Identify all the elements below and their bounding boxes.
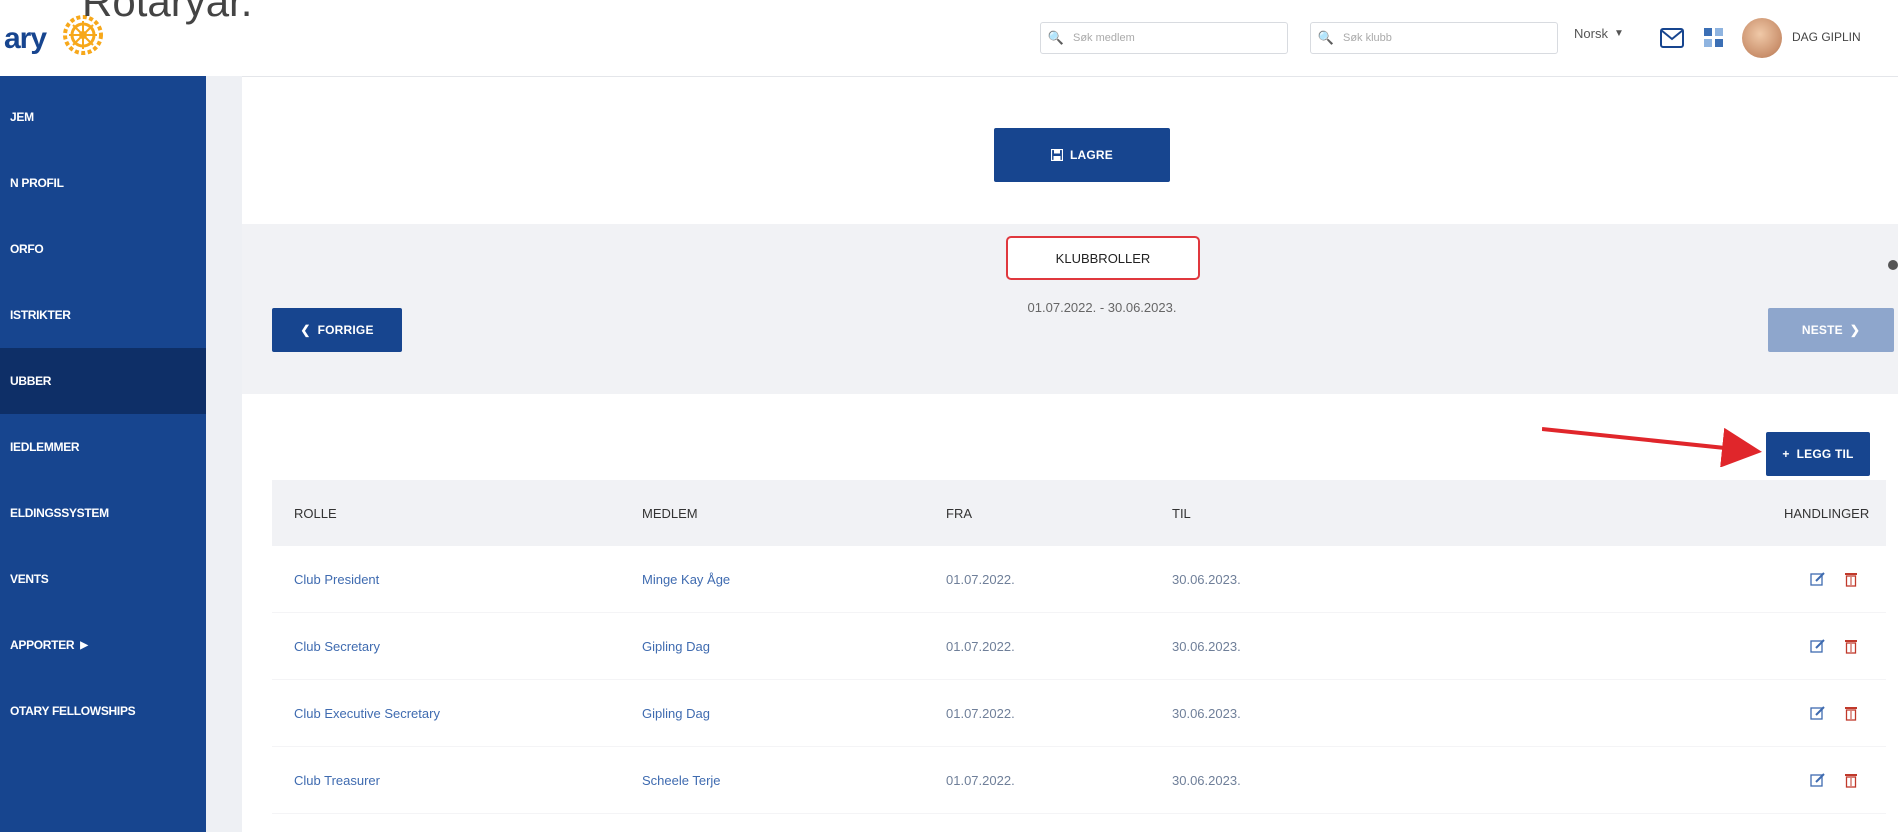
row-role[interactable]: Club President bbox=[294, 572, 379, 587]
trash-icon[interactable] bbox=[1844, 772, 1858, 788]
trash-icon[interactable] bbox=[1844, 638, 1858, 654]
previous-button[interactable]: ❮ FORRIGE bbox=[272, 308, 402, 352]
sidebar: JEM N PROFIL ORFO ISTRIKTER UBBER IEDLEM… bbox=[0, 76, 206, 832]
column-header-actions: HANDLINGER bbox=[1784, 505, 1870, 521]
search-icon: 🔍 bbox=[1317, 30, 1335, 45]
edit-icon[interactable] bbox=[1810, 705, 1826, 721]
sidebar-item-forfo[interactable]: ORFO bbox=[0, 216, 206, 282]
add-role-button[interactable]: + LEGG TIL bbox=[1766, 432, 1870, 476]
period-range: 01.07.2022. - 30.06.2023. bbox=[1027, 300, 1177, 315]
save-button[interactable]: LAGRE bbox=[994, 128, 1170, 182]
search-member-input[interactable] bbox=[1071, 31, 1275, 45]
caret-down-icon: ▼ bbox=[1613, 28, 1624, 39]
column-header-to: TIL bbox=[1172, 505, 1191, 521]
period-panel: KLUBBROLLER 01.07.2022. - 30.06.2023. ❮ … bbox=[242, 224, 1898, 394]
table-row: Club Executive Secretary Gipling Dag 01.… bbox=[272, 680, 1886, 747]
user-name[interactable]: DAG GIPLIN bbox=[1792, 30, 1861, 44]
edit-icon[interactable] bbox=[1810, 571, 1826, 587]
brand-logo-text[interactable]: ary bbox=[4, 22, 47, 56]
table-header: ROLLE MEDLEM FRA TIL HANDLINGER bbox=[272, 480, 1886, 546]
sidebar-item-members[interactable]: IEDLEMMER bbox=[0, 414, 206, 480]
row-from: 01.07.2022. bbox=[946, 571, 1015, 587]
top-header: ary Rotaryar. 🔍 🔍 Norsk ▼ DAG GIPLIN bbox=[0, 0, 1898, 77]
sidebar-item-fellowships[interactable]: OTARY FELLOWSHIPS bbox=[0, 678, 206, 744]
sidebar-item-events[interactable]: VENTS bbox=[0, 546, 206, 612]
mail-icon[interactable] bbox=[1660, 28, 1684, 48]
search-member-box[interactable]: 🔍 bbox=[1040, 22, 1288, 54]
search-icon: 🔍 bbox=[1047, 30, 1065, 45]
chevron-right-icon: ❯ bbox=[1849, 323, 1861, 337]
row-member[interactable]: Gipling Dag bbox=[642, 706, 710, 721]
floppy-disk-icon bbox=[1051, 149, 1063, 161]
trash-icon[interactable] bbox=[1844, 705, 1858, 721]
edit-icon[interactable] bbox=[1810, 772, 1826, 788]
sidebar-item-my-profile[interactable]: N PROFIL bbox=[0, 150, 206, 216]
table-row: Club Treasurer Scheele Terje 01.07.2022.… bbox=[272, 747, 1886, 814]
chevron-left-icon: ❮ bbox=[300, 323, 311, 337]
row-from: 01.07.2022. bbox=[946, 705, 1015, 721]
avatar[interactable] bbox=[1742, 18, 1782, 58]
sidebar-item-home[interactable]: JEM bbox=[0, 84, 206, 150]
column-header-role: ROLLE bbox=[294, 505, 337, 521]
table-row: Club President Minge Kay Åge 01.07.2022.… bbox=[272, 546, 1886, 613]
language-label: Norsk bbox=[1574, 26, 1608, 41]
roles-table: ROLLE MEDLEM FRA TIL HANDLINGER Club Pre… bbox=[272, 480, 1886, 814]
settings-dot-icon[interactable] bbox=[1888, 260, 1898, 270]
sidebar-item-messaging[interactable]: ELDINGSSYSTEM bbox=[0, 480, 206, 546]
apps-grid-icon[interactable] bbox=[1704, 28, 1724, 48]
sidebar-item-clubs[interactable]: UBBER bbox=[0, 348, 206, 414]
row-member[interactable]: Minge Kay Åge bbox=[642, 572, 730, 587]
row-from: 01.07.2022. bbox=[946, 772, 1015, 788]
plus-icon: + bbox=[1782, 447, 1790, 461]
next-button[interactable]: NESTE ❯ bbox=[1768, 308, 1894, 352]
row-member[interactable]: Gipling Dag bbox=[642, 639, 710, 654]
row-role[interactable]: Club Treasurer bbox=[294, 773, 380, 788]
trash-icon[interactable] bbox=[1844, 571, 1858, 587]
section-title: KLUBBROLLER bbox=[1006, 236, 1200, 280]
row-role[interactable]: Club Secretary bbox=[294, 639, 380, 654]
overlay-caption: Rotaryar. bbox=[82, 0, 253, 25]
edit-icon[interactable] bbox=[1810, 638, 1826, 654]
row-to: 30.06.2023. bbox=[1172, 705, 1241, 721]
language-selector[interactable]: Norsk ▼ bbox=[1574, 26, 1624, 41]
caret-right-icon: ▶ bbox=[80, 639, 88, 651]
main-content: LAGRE KLUBBROLLER 01.07.2022. - 30.06.20… bbox=[242, 76, 1898, 832]
column-header-member: MEDLEM bbox=[642, 505, 698, 521]
row-role[interactable]: Club Executive Secretary bbox=[294, 706, 440, 721]
row-from: 01.07.2022. bbox=[946, 638, 1015, 654]
sidebar-scroll-gutter bbox=[206, 76, 242, 832]
search-club-box[interactable]: 🔍 bbox=[1310, 22, 1558, 54]
sidebar-item-districts[interactable]: ISTRIKTER bbox=[0, 282, 206, 348]
search-club-input[interactable] bbox=[1341, 31, 1545, 45]
row-to: 30.06.2023. bbox=[1172, 571, 1241, 587]
annotation-arrow bbox=[1542, 427, 1762, 467]
column-header-from: FRA bbox=[946, 505, 972, 521]
row-member[interactable]: Scheele Terje bbox=[642, 773, 721, 788]
sidebar-item-reports[interactable]: APPORTER ▶ bbox=[0, 612, 206, 678]
row-to: 30.06.2023. bbox=[1172, 772, 1241, 788]
row-to: 30.06.2023. bbox=[1172, 638, 1241, 654]
table-row: Club Secretary Gipling Dag 01.07.2022. 3… bbox=[272, 613, 1886, 680]
